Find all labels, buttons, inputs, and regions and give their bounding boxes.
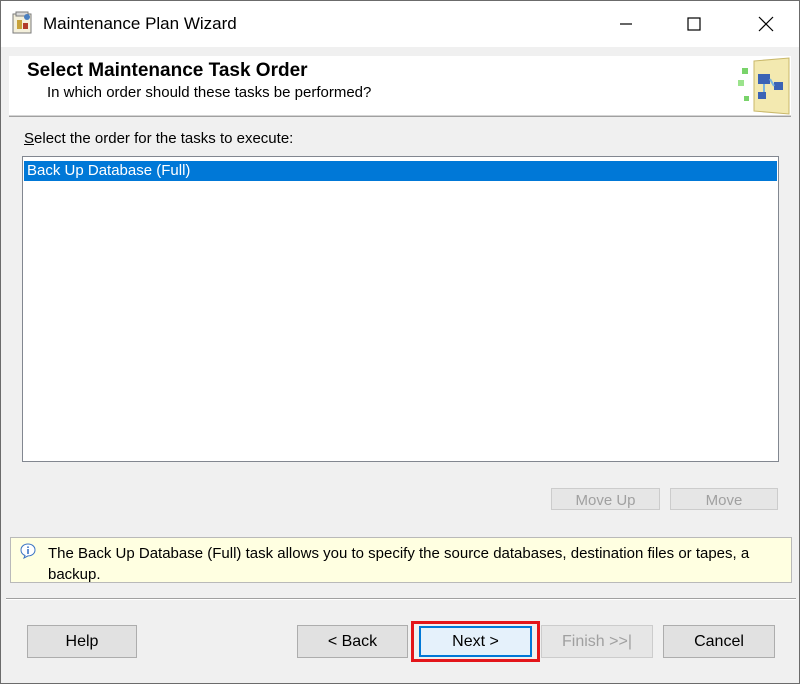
header-separator [9, 116, 791, 117]
task-description-text: The Back Up Database (Full) task allows … [48, 543, 791, 583]
footer-separator [6, 598, 796, 600]
maximize-button[interactable] [671, 1, 717, 47]
task-description-bar: The Back Up Database (Full) task allows … [10, 537, 792, 583]
list-item[interactable]: Back Up Database (Full) [24, 161, 777, 181]
task-description-line: The Back Up Database (Full) task allows … [48, 545, 750, 562]
maximize-icon [687, 17, 701, 31]
task-order-list[interactable]: Back Up Database (Full) [22, 156, 779, 462]
wizard-banner-icon [734, 56, 791, 116]
move-up-button[interactable]: Move Up [551, 488, 660, 510]
move-down-button[interactable]: Move [670, 488, 778, 510]
highlight-box: Next > [411, 621, 540, 662]
next-button[interactable]: Next > [419, 626, 532, 657]
wizard-window: Maintenance Plan Wizard Select Maintenan… [0, 0, 800, 684]
accelerator-key: S [24, 130, 35, 147]
task-description-line: backup. [48, 566, 101, 583]
close-button[interactable] [743, 1, 789, 47]
maintenance-plan-icon [11, 11, 35, 35]
title-bar[interactable]: Maintenance Plan Wizard [1, 1, 799, 47]
task-order-label-text: elect the order for the tasks to execute… [34, 130, 294, 147]
minimize-icon [620, 23, 632, 25]
page-subtitle: In which order should these tasks be per… [47, 84, 372, 101]
window-title: Maintenance Plan Wizard [43, 14, 237, 33]
finish-button[interactable]: Finish >>| [541, 625, 653, 658]
page-title: Select Maintenance Task Order [27, 60, 308, 81]
close-icon [758, 16, 774, 32]
wizard-header: Select Maintenance Task Order In which o… [9, 56, 791, 116]
back-button[interactable]: < Back [297, 625, 408, 658]
info-icon [20, 543, 36, 560]
cancel-button[interactable]: Cancel [663, 625, 775, 658]
minimize-button[interactable] [603, 1, 649, 47]
task-order-label: Select the order for the tasks to execut… [24, 130, 293, 147]
help-button[interactable]: Help [27, 625, 137, 658]
